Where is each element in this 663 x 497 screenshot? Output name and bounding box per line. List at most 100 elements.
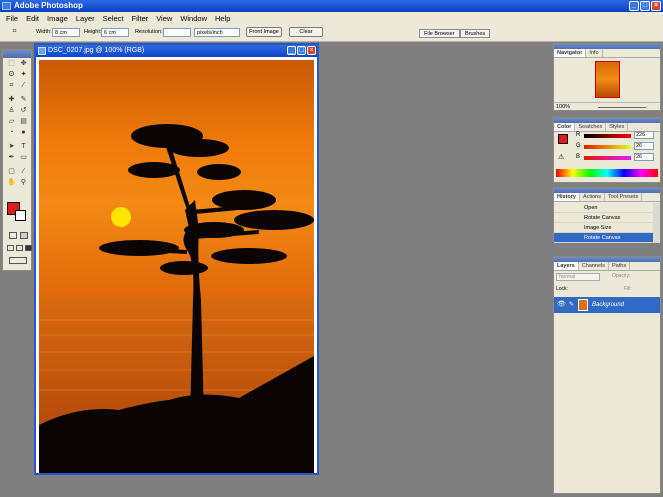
color-foreground-swatch[interactable] (558, 134, 568, 144)
eraser-tool-icon[interactable]: ▱ (7, 118, 16, 126)
menu-edit[interactable]: Edit (22, 14, 43, 23)
clone-stamp-icon[interactable]: ♙ (7, 107, 16, 115)
brush-icon: ✎ (569, 302, 575, 308)
gamut-warning-icon[interactable]: ⚠ (558, 153, 564, 161)
tab-styles[interactable]: Styles (606, 123, 629, 131)
photoshop-icon (2, 2, 11, 10)
app-title: Adobe Photoshop (14, 1, 83, 10)
menu-view[interactable]: View (152, 14, 176, 23)
tab-layers[interactable]: Layers (554, 262, 579, 270)
tab-history[interactable]: History (554, 193, 580, 201)
magic-wand-tool-icon[interactable]: ✦ (19, 71, 28, 79)
brushes-tab[interactable]: Brushes (460, 29, 491, 38)
doc-close-button[interactable]: × (307, 46, 316, 55)
slice-tool-icon[interactable]: ⁄ (19, 82, 28, 90)
toolbox: ⬚ ✥ ʘ ✦ ⌗ ⁄ ✚ ✎ ♙ ↺ ▱ ▤ ◔ ● ➤ T ✒ ▭ ▢ ⁄ … (2, 49, 32, 271)
units-select[interactable]: pixels/inch (194, 28, 240, 37)
tab-channels[interactable]: Channels (579, 262, 609, 270)
toolbox-header[interactable] (3, 50, 31, 58)
clear-button[interactable]: Clear (289, 27, 323, 37)
doc-maximize-button[interactable]: □ (297, 46, 306, 55)
document-title-bar[interactable]: DSC_0207.jpg @ 100% (RGB) _ □ × (36, 45, 317, 57)
channel-g-slider[interactable] (584, 145, 631, 149)
gradient-tool-icon[interactable]: ▤ (19, 118, 28, 126)
channel-b-slider[interactable] (584, 156, 631, 160)
layers-panel: Layers Channels Paths Normal Opacity: Lo… (553, 256, 661, 494)
color-ramp[interactable] (556, 169, 658, 177)
screen-mode-full-menu-icon[interactable] (16, 245, 23, 251)
history-panel: History Actions Tool Presets Open Rotate… (553, 187, 661, 243)
navigator-zoom-slider[interactable] (598, 107, 646, 108)
menu-window[interactable]: Window (176, 14, 211, 23)
blur-tool-icon[interactable]: ◔ (7, 129, 16, 137)
history-item[interactable]: Open (554, 203, 654, 213)
document-icon (38, 47, 46, 55)
type-tool-icon[interactable]: T (19, 143, 28, 151)
jump-to-imageready-icon[interactable] (9, 257, 27, 264)
front-image-button[interactable]: Front Image (246, 27, 282, 37)
blend-mode-select[interactable]: Normal (556, 273, 600, 281)
tab-actions[interactable]: Actions (580, 193, 605, 201)
doc-minimize-button[interactable]: _ (287, 46, 296, 55)
screen-mode-full-icon[interactable] (25, 245, 32, 251)
crop-tool-icon[interactable]: ⌗ (10, 28, 19, 36)
tab-color[interactable]: Color (554, 123, 576, 131)
dodge-tool-icon[interactable]: ● (19, 129, 28, 137)
navigator-zoom-value[interactable]: 100% (556, 104, 570, 110)
menu-layer[interactable]: Layer (72, 14, 99, 23)
maximize-button[interactable]: □ (640, 1, 650, 11)
marquee-tool-icon[interactable]: ⬚ (7, 60, 16, 68)
color-panel: Color Swatches Styles R 226 G 26 ⚠ B 26 (553, 117, 661, 183)
menu-help[interactable]: Help (211, 14, 234, 23)
tab-swatches[interactable]: Swatches (575, 123, 607, 131)
document-title: DSC_0207.jpg @ 100% (RGB) (48, 47, 145, 54)
screen-mode-standard-icon[interactable] (7, 245, 14, 251)
channel-g-value[interactable]: 26 (634, 142, 654, 150)
path-selection-icon[interactable]: ➤ (7, 143, 16, 151)
resolution-field[interactable] (163, 28, 191, 37)
standard-mode-icon[interactable] (9, 232, 17, 239)
menu-filter[interactable]: Filter (128, 14, 153, 23)
history-brush-icon[interactable]: ↺ (19, 107, 28, 115)
brush-tool-icon[interactable]: ✎ (19, 96, 28, 104)
history-item[interactable]: Image Size (554, 223, 654, 233)
width-field[interactable]: 8 cm (52, 28, 80, 37)
options-bar: ⌗ Width: 8 cm Height: 6 cm Resolution: p… (0, 24, 663, 42)
menu-select[interactable]: Select (99, 14, 128, 23)
tab-navigator[interactable]: Navigator (554, 49, 587, 57)
tab-tool-presets[interactable]: Tool Presets (605, 193, 643, 201)
menu-image[interactable]: Image (43, 14, 72, 23)
history-item-current[interactable]: Rotate Canvas (554, 233, 654, 243)
background-color-swatch[interactable] (15, 210, 26, 221)
close-button[interactable]: × (651, 1, 661, 11)
tab-info[interactable]: Info (586, 49, 603, 57)
lasso-tool-icon[interactable]: ʘ (7, 71, 16, 79)
quickmask-mode-icon[interactable] (20, 232, 28, 239)
notes-tool-icon[interactable]: ▢ (7, 168, 16, 176)
width-label: Width: (36, 29, 52, 35)
move-tool-icon[interactable]: ✥ (19, 60, 28, 68)
hand-tool-icon[interactable]: ✋ (7, 179, 16, 187)
pen-tool-icon[interactable]: ✒ (7, 154, 16, 162)
channel-b-value[interactable]: 26 (634, 153, 654, 161)
eye-icon[interactable]: 👁 (557, 297, 566, 313)
document-window: DSC_0207.jpg @ 100% (RGB) _ □ × (34, 43, 319, 475)
menu-file[interactable]: File (2, 14, 22, 23)
layer-row-background[interactable]: 👁 ✎ Background (554, 297, 660, 313)
history-item[interactable]: Rotate Canvas (554, 213, 654, 223)
navigator-thumbnail[interactable] (595, 61, 620, 98)
eyedropper-tool-icon[interactable]: ⁄ (19, 168, 28, 176)
file-browser-tab[interactable]: File Browser (419, 29, 460, 38)
zoom-tool-icon[interactable]: ⚲ (19, 179, 28, 187)
image-canvas[interactable] (39, 60, 314, 473)
height-field[interactable]: 6 cm (101, 28, 129, 37)
crop-tool-icon[interactable]: ⌗ (7, 82, 16, 90)
tab-paths[interactable]: Paths (609, 262, 631, 270)
shape-tool-icon[interactable]: ▭ (19, 154, 28, 162)
layer-thumbnail (578, 299, 588, 311)
channel-r-slider[interactable] (584, 134, 631, 138)
minimize-button[interactable]: _ (629, 1, 639, 11)
healing-brush-icon[interactable]: ✚ (7, 96, 16, 104)
history-scrollbar[interactable] (653, 203, 660, 243)
channel-r-value[interactable]: 226 (634, 131, 654, 139)
